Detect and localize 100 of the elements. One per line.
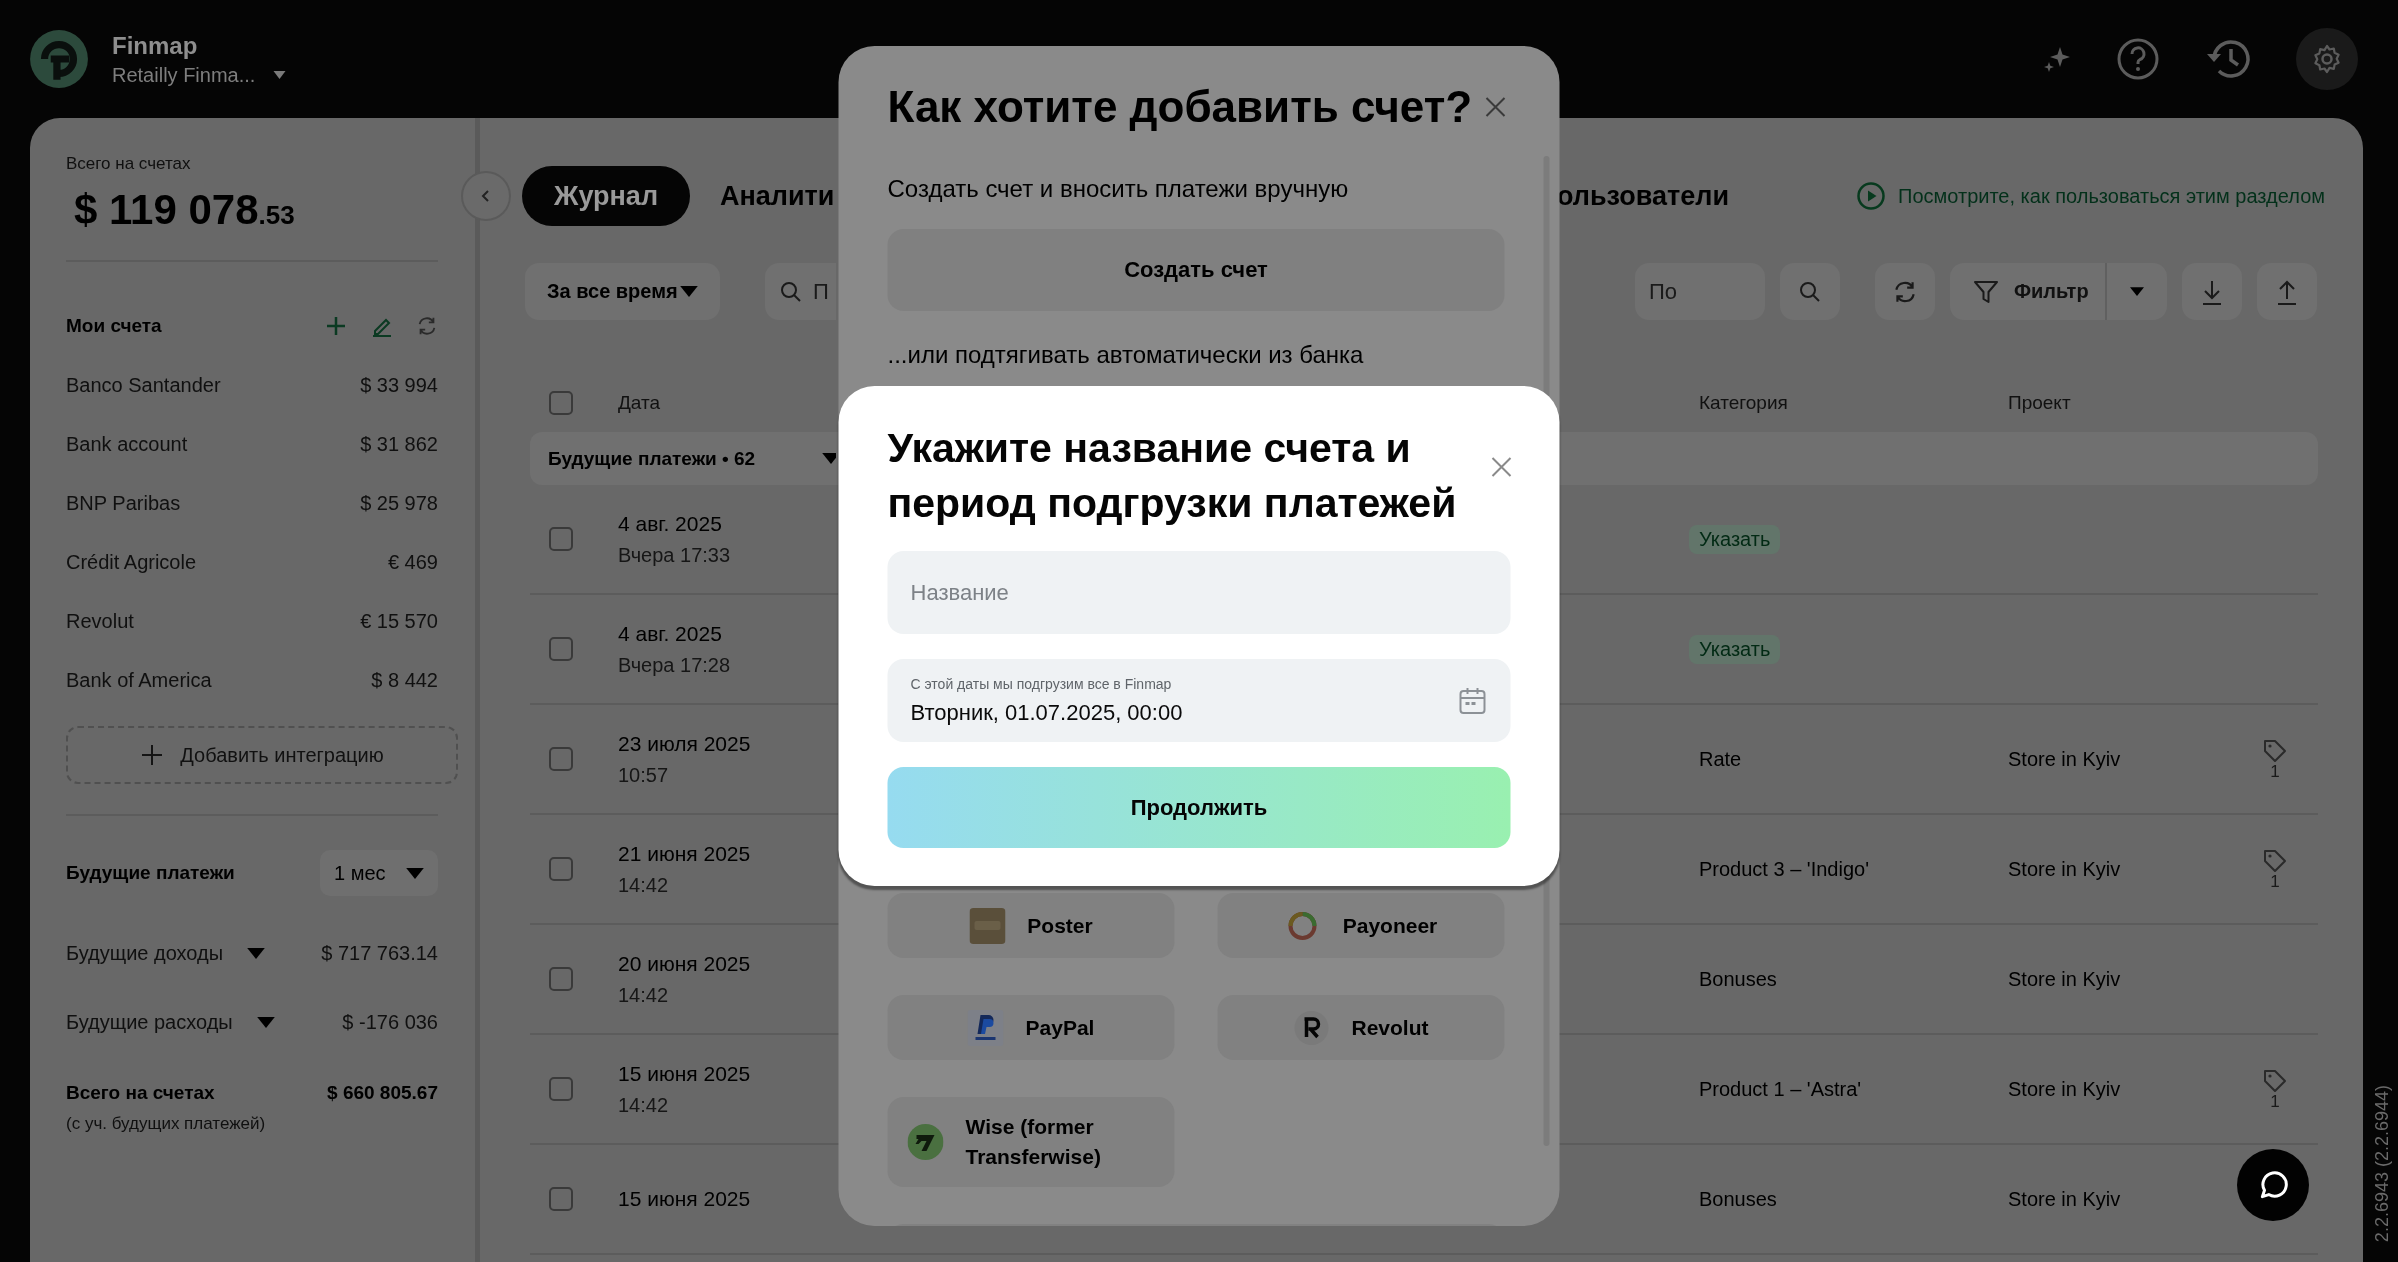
future-toggle[interactable]: Будущие доходы xyxy=(66,942,266,965)
group-header[interactable]: Будущие платежи • 62 xyxy=(530,432,836,485)
app-name: Finmap xyxy=(112,31,199,60)
close-icon xyxy=(1483,95,1508,119)
integration-card[interactable]: Wise (former Transferwise) xyxy=(887,1097,1175,1187)
column-header: Дата xyxy=(618,391,661,414)
set-category-chip[interactable]: Указать xyxy=(1689,634,1781,664)
search-field[interactable]: П xyxy=(765,263,836,320)
tab[interactable]: Журнал xyxy=(522,166,691,226)
version-label: 2.2.6943 (2.2.6944) xyxy=(2372,1084,2393,1242)
period-filter-dropdown[interactable]: За все время xyxy=(525,263,720,320)
close-icon xyxy=(1489,455,1514,479)
add-integration-button[interactable]: Добавить интеграцию xyxy=(66,726,458,784)
account-balance: $ 8 442 xyxy=(371,669,438,692)
grand-total-note: (с уч. будущих платежей) xyxy=(66,1114,267,1134)
total-balance: $ 119 078.53 xyxy=(73,186,296,234)
time-cell-text: 10:57 xyxy=(618,763,670,787)
sync-button[interactable] xyxy=(416,315,438,337)
date-cell: 21 июня 2025 xyxy=(618,841,751,866)
continue-button[interactable]: Продолжить xyxy=(887,767,1511,848)
grand-total-label: Всего на счетах xyxy=(66,1082,215,1104)
add-account-button[interactable] xyxy=(324,314,348,338)
download-button[interactable] xyxy=(2181,263,2242,320)
play-icon xyxy=(1856,181,1887,211)
account-name[interactable]: Banco Santander xyxy=(66,374,221,397)
search-field[interactable]: По xyxy=(1635,263,1765,320)
period-dropdown[interactable]: 1 мес xyxy=(320,850,438,896)
search-button[interactable] xyxy=(1780,263,1840,320)
account-name[interactable]: Crédit Agricole xyxy=(66,551,197,574)
close-button[interactable] xyxy=(1489,455,1514,479)
account-name[interactable]: Bank account xyxy=(66,433,188,456)
future-amount: $ -176 036 xyxy=(342,1011,438,1034)
time-cell-text: 14:42 xyxy=(618,983,670,1007)
tag-icon xyxy=(2262,848,2288,874)
tag-count: 1 xyxy=(2270,874,2280,890)
history-button[interactable] xyxy=(2204,37,2252,81)
dialog-title: Как хотите добавить счет? xyxy=(887,81,1473,133)
future-payments-title: Будущие платежи xyxy=(66,862,235,884)
integration-card[interactable]: Revolut xyxy=(1217,995,1505,1060)
caret-icon xyxy=(680,286,698,297)
tab[interactable]: Аналити xyxy=(720,166,835,226)
caret-icon xyxy=(247,948,266,959)
category-cell: Rate xyxy=(1699,747,1742,771)
history-icon xyxy=(2204,37,2252,81)
upload-button[interactable] xyxy=(2256,263,2317,320)
paypal-logo-icon xyxy=(967,1009,1004,1046)
integration-card[interactable]: Payoneer xyxy=(1217,893,1505,958)
close-button[interactable] xyxy=(1483,95,1508,119)
future-toggle[interactable]: Будущие расходы xyxy=(66,1011,275,1034)
account-name[interactable]: Revolut xyxy=(66,610,134,633)
category-cell: Product 3 – 'Indigo' xyxy=(1699,857,1869,881)
set-category-chip[interactable]: Указать xyxy=(1689,524,1781,554)
refresh-button[interactable] xyxy=(1875,263,1935,320)
manual-option-text: Создать счет и вносить платежи вручную xyxy=(887,175,1350,203)
checkbox[interactable] xyxy=(549,527,573,551)
account-name[interactable]: BNP Paribas xyxy=(66,492,181,515)
time-cell-text: 14:42 xyxy=(618,873,670,897)
account-balance: $ 31 862 xyxy=(360,433,438,456)
auto-option-text: ...или подтягивать автоматически из банка xyxy=(887,341,1365,369)
project-cell: Store in Kyiv xyxy=(2008,1187,2121,1211)
grand-total: $ 660 805.67 xyxy=(327,1082,438,1104)
start-date-field[interactable]: С этой даты мы подгрузим все в Finmap Вторник, 01.07.2025, 00:00 xyxy=(887,659,1511,742)
account-balance: $ 33 994 xyxy=(360,374,438,397)
checkbox[interactable] xyxy=(549,1187,573,1211)
checkbox[interactable] xyxy=(549,637,573,661)
revolut-logo-icon xyxy=(1293,1009,1330,1046)
help-link[interactable]: Посмотрите, как пользоваться этим разделом xyxy=(1856,181,2325,211)
create-account-button[interactable]: Создать счет xyxy=(887,229,1505,311)
refresh-icon xyxy=(416,315,438,337)
project-cell: Store in Kyiv xyxy=(2008,857,2121,881)
tag-count: 1 xyxy=(2270,1094,2280,1110)
account-balance: $ 25 978 xyxy=(360,492,438,515)
caret-icon xyxy=(406,867,424,879)
checkbox[interactable] xyxy=(549,967,573,991)
tab[interactable]: ользователи xyxy=(1557,166,1730,226)
tag-count: 1 xyxy=(2270,764,2280,780)
account-name[interactable]: Bank of America xyxy=(66,669,212,692)
checkbox[interactable] xyxy=(549,747,573,771)
plus-icon xyxy=(324,314,348,338)
checkbox[interactable] xyxy=(549,857,573,881)
project-cell: Store in Kyiv xyxy=(2008,747,2121,771)
caret-icon xyxy=(256,1017,275,1028)
checkbox[interactable] xyxy=(549,1077,573,1101)
project-cell: Store in Kyiv xyxy=(2008,967,2121,991)
wise-logo-icon xyxy=(907,1124,944,1160)
calendar-icon[interactable] xyxy=(1457,685,1488,716)
account-balance: € 15 570 xyxy=(360,610,438,633)
integration-card[interactable]: PayPal xyxy=(887,995,1175,1060)
account-balance: € 469 xyxy=(387,551,438,574)
checkbox[interactable] xyxy=(549,390,573,415)
help-button[interactable] xyxy=(2116,37,2160,81)
workspace-dropdown[interactable]: Retailly Finma... xyxy=(112,63,287,87)
account-name-field[interactable]: Название xyxy=(887,551,1511,634)
integration-card[interactable]: Poster xyxy=(887,893,1175,958)
accounts-title: Мои счета xyxy=(66,315,162,337)
date-cell: 20 июня 2025 xyxy=(618,951,751,976)
category-cell: Bonuses xyxy=(1699,967,1777,991)
date-cell-text: 4 авг. 2025 xyxy=(618,511,723,536)
plus-icon xyxy=(140,743,165,767)
logo-icon xyxy=(28,28,90,90)
